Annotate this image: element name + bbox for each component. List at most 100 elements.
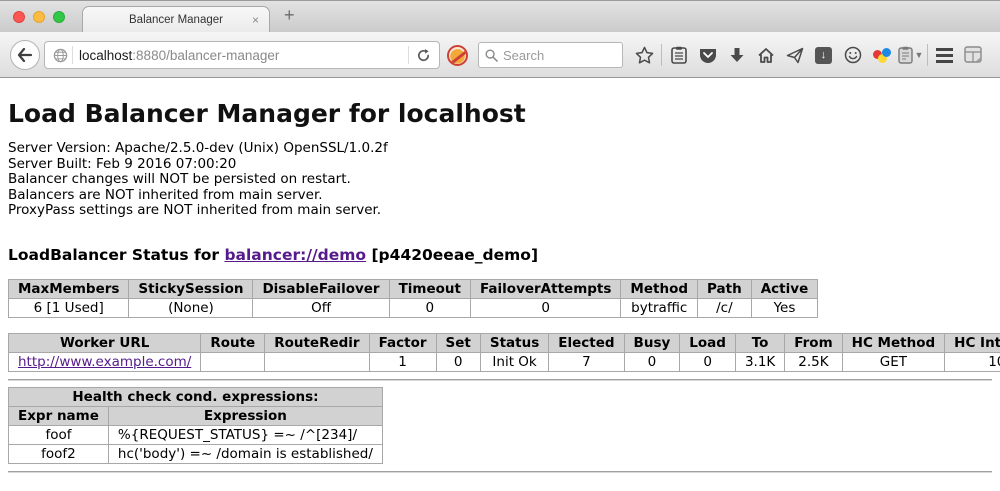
urlbar-divider bbox=[72, 46, 73, 64]
table-cell: 1 bbox=[369, 352, 436, 371]
toolbar-divider bbox=[661, 44, 662, 66]
search-box[interactable] bbox=[478, 42, 623, 68]
server-info: Server Version: Apache/2.5.0-dev (Unix) … bbox=[8, 141, 992, 219]
column-header: Expression bbox=[108, 406, 382, 425]
proxypass-inherit-note: ProxyPass settings are NOT inherited fro… bbox=[8, 203, 992, 219]
toolbar-icons: ↓ ▼ bbox=[630, 32, 988, 78]
table-cell bbox=[201, 352, 265, 371]
tab-balancer-manager[interactable]: Balancer Manager × bbox=[82, 6, 270, 33]
reload-icon bbox=[416, 48, 431, 63]
table-row: http://www.example.com/ 10Init Ok7003.1K… bbox=[9, 352, 1000, 371]
send-tab-icon[interactable] bbox=[780, 40, 809, 70]
server-built-line: Server Built: Feb 9 2016 07:00:20 bbox=[8, 157, 992, 173]
column-header: FailoverAttempts bbox=[471, 279, 621, 298]
column-header: MaxMembers bbox=[9, 279, 129, 298]
tab-bar: Balancer Manager × + bbox=[0, 0, 1000, 32]
multi-color-extension-icon[interactable] bbox=[867, 40, 896, 70]
table-cell: /c/ bbox=[698, 298, 752, 317]
column-header: Timeout bbox=[389, 279, 470, 298]
server-version-line: Server Version: Apache/2.5.0-dev (Unix) … bbox=[8, 141, 992, 157]
heading-suffix: [p4420eeae_demo] bbox=[366, 246, 538, 264]
table-cell: bytraffic bbox=[621, 298, 698, 317]
table-cell: foof bbox=[9, 425, 109, 444]
url-text[interactable]: localhost:8880/balancer-manager bbox=[79, 48, 408, 63]
downloads-icon[interactable] bbox=[722, 40, 751, 70]
zoom-window-button[interactable] bbox=[53, 11, 65, 23]
color-dots-icon bbox=[873, 47, 891, 63]
health-check-table: Health check cond. expressions: Expr nam… bbox=[8, 387, 383, 464]
horizontal-rule bbox=[8, 379, 992, 381]
clipboard-icon[interactable]: ▼ bbox=[896, 40, 925, 70]
feedback-smiley-icon[interactable] bbox=[838, 40, 867, 70]
url-path: :8880/balancer-manager bbox=[132, 48, 279, 63]
table-cell bbox=[265, 352, 369, 371]
url-domain: localhost bbox=[79, 48, 132, 63]
column-header: HC Interval bbox=[945, 333, 1000, 352]
worker-url-link[interactable]: http://www.example.com/ bbox=[18, 354, 191, 370]
bookmark-star-icon[interactable] bbox=[630, 40, 659, 70]
table-header-row: MaxMembersStickySessionDisableFailoverTi… bbox=[9, 279, 818, 298]
urlbar-divider bbox=[408, 46, 409, 64]
table-cell: 2.5K bbox=[785, 352, 842, 371]
table-cell: foof2 bbox=[9, 444, 109, 463]
table-cell: (None) bbox=[129, 298, 253, 317]
block-plugin-icon[interactable] bbox=[447, 45, 468, 66]
column-header: Busy bbox=[624, 333, 680, 352]
search-input[interactable] bbox=[503, 48, 603, 63]
table-cell: %{REQUEST_STATUS} =~ /^[234]/ bbox=[108, 425, 382, 444]
column-header: Load bbox=[680, 333, 736, 352]
heading-prefix: LoadBalancer Status for bbox=[8, 246, 224, 264]
table-row: 6 [1 Used](None)Off00bytraffic/c/Yes bbox=[9, 298, 818, 317]
loadbalancer-status-heading: LoadBalancer Status for balancer://demo … bbox=[8, 246, 992, 264]
back-icon bbox=[17, 48, 33, 62]
column-header: Expr name bbox=[9, 406, 109, 425]
tile-tabs-icon[interactable] bbox=[959, 40, 988, 70]
pocket-icon[interactable] bbox=[693, 40, 722, 70]
column-header: Set bbox=[436, 333, 480, 352]
column-header: Elected bbox=[549, 333, 624, 352]
chevron-down-icon[interactable]: ▼ bbox=[915, 50, 924, 60]
table-header-row: Worker URLRouteRouteRedirFactorSetStatus… bbox=[9, 333, 1000, 352]
reading-list-icon[interactable] bbox=[664, 40, 693, 70]
column-header: RouteRedir bbox=[265, 333, 369, 352]
table-cell: 0 bbox=[680, 352, 736, 371]
new-tab-button[interactable]: + bbox=[284, 5, 295, 26]
column-header: Worker URL bbox=[9, 333, 201, 352]
column-header: Active bbox=[751, 279, 818, 298]
column-header: Method bbox=[621, 279, 698, 298]
column-header: Route bbox=[201, 333, 265, 352]
table-cell: 0 bbox=[624, 352, 680, 371]
menu-icon[interactable] bbox=[930, 40, 959, 70]
globe-icon bbox=[53, 48, 68, 63]
table-cell: 0 bbox=[389, 298, 470, 317]
table-cell: 0 bbox=[436, 352, 480, 371]
health-table-title: Health check cond. expressions: bbox=[9, 387, 383, 406]
column-header: Path bbox=[698, 279, 752, 298]
table-cell: Yes bbox=[751, 298, 818, 317]
table-cell: hc('body') =~ /domain is established/ bbox=[108, 444, 382, 463]
table-title-row: Health check cond. expressions: bbox=[9, 387, 383, 406]
tab-close-icon[interactable]: × bbox=[252, 13, 259, 27]
minimize-window-button[interactable] bbox=[33, 11, 45, 23]
video-download-icon[interactable]: ↓ bbox=[809, 40, 838, 70]
table-cell: 10 bbox=[945, 352, 1000, 371]
column-header: To bbox=[735, 333, 784, 352]
home-icon[interactable] bbox=[751, 40, 780, 70]
table-cell: http://www.example.com/ bbox=[9, 352, 201, 371]
close-window-button[interactable] bbox=[13, 11, 25, 23]
back-button[interactable] bbox=[10, 40, 40, 70]
table-cell: 7 bbox=[549, 352, 624, 371]
column-header: Status bbox=[480, 333, 548, 352]
navigation-toolbar: localhost:8880/balancer-manager bbox=[0, 32, 1000, 78]
search-icon bbox=[485, 49, 498, 62]
table-row: foof%{REQUEST_STATUS} =~ /^[234]/ bbox=[9, 425, 383, 444]
column-header: From bbox=[785, 333, 842, 352]
down-arrow-icon: ↓ bbox=[815, 47, 832, 64]
reload-button[interactable] bbox=[416, 48, 431, 63]
page-title: Load Balancer Manager for localhost bbox=[8, 78, 992, 128]
balancer-demo-link[interactable]: balancer://demo bbox=[224, 246, 366, 264]
url-bar[interactable]: localhost:8880/balancer-manager bbox=[44, 41, 440, 69]
hamburger-icon bbox=[936, 48, 953, 63]
column-header: Factor bbox=[369, 333, 436, 352]
table-row: foof2hc('body') =~ /domain is establishe… bbox=[9, 444, 383, 463]
